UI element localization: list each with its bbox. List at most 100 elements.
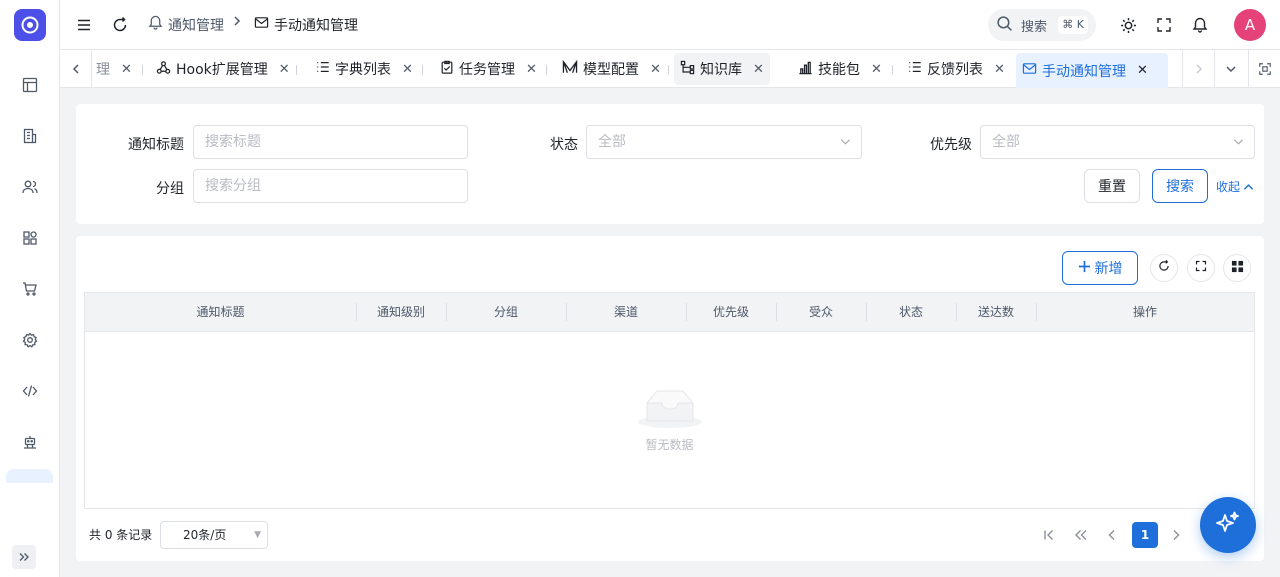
- apps-icon[interactable]: [18, 226, 42, 250]
- settings-icon[interactable]: [18, 328, 42, 352]
- user-avatar[interactable]: A: [1234, 9, 1266, 41]
- search-shortcut: ⌘ K: [1058, 16, 1088, 34]
- tab-hook[interactable]: Hook扩展管理 ✕: [150, 53, 296, 85]
- column-header[interactable]: 渠道: [566, 293, 686, 331]
- menu-icon[interactable]: [72, 13, 96, 37]
- chevron-down-icon: [1233, 126, 1244, 158]
- fullscreen-icon: [1195, 260, 1207, 276]
- breadcrumb-current: 手动通知管理: [254, 15, 358, 36]
- robot-icon[interactable]: [18, 430, 42, 454]
- building-icon[interactable]: [18, 124, 42, 148]
- tab-label: 技能包: [818, 62, 860, 78]
- reset-button[interactable]: 重置: [1084, 169, 1140, 203]
- column-header[interactable]: 受众: [776, 293, 866, 331]
- fullscreen-icon[interactable]: [1152, 13, 1176, 37]
- refresh-icon[interactable]: [108, 13, 132, 37]
- first-page-icon[interactable]: [1039, 525, 1059, 545]
- tab-tasks[interactable]: 任务管理 ✕: [434, 53, 543, 85]
- add-button[interactable]: 新增: [1062, 251, 1138, 285]
- status-label: 状态: [550, 137, 578, 153]
- table-body: 暂无数据: [84, 331, 1255, 509]
- table-refresh-button[interactable]: [1150, 254, 1178, 282]
- collapse-toggle[interactable]: 收起: [1216, 178, 1254, 195]
- topbar: 通知管理 手动通知管理 搜索 ⌘ K A: [60, 0, 1280, 50]
- prev-page-icon[interactable]: [1102, 525, 1122, 545]
- tab-scroll-right-button[interactable]: [1182, 50, 1214, 88]
- column-header[interactable]: 分组: [446, 293, 566, 331]
- tab-maximize-button[interactable]: [1248, 50, 1280, 88]
- group-label: 分组: [156, 181, 184, 197]
- tab-more-button[interactable]: [1214, 50, 1246, 88]
- close-icon[interactable]: ✕: [279, 62, 290, 77]
- prev-five-pages-icon[interactable]: [1071, 525, 1091, 545]
- tab-bar: 理 ✕ Hook扩展管理 ✕ 字典列表 ✕ 任务管理 ✕ 模型配置 ✕ 知识库 …: [60, 50, 1280, 88]
- page-size-select[interactable]: 20条/页 ▼: [160, 521, 268, 549]
- mail-icon: [254, 15, 269, 36]
- tab-dictionary[interactable]: 字典列表 ✕: [310, 53, 419, 85]
- cart-icon[interactable]: [18, 277, 42, 301]
- status-select[interactable]: 全部: [586, 125, 862, 159]
- tab-divider: [546, 65, 547, 75]
- tab-divider: [142, 65, 143, 75]
- tab-knowledge-base[interactable]: 知识库 ✕: [674, 53, 770, 85]
- close-icon[interactable]: ✕: [526, 62, 537, 77]
- close-icon[interactable]: ✕: [753, 62, 764, 77]
- table-fullscreen-button[interactable]: [1187, 254, 1215, 282]
- page-number-current[interactable]: 1: [1132, 522, 1158, 548]
- tab-label: 任务管理: [459, 62, 515, 78]
- column-header[interactable]: 状态: [866, 293, 956, 331]
- breadcrumb-parent[interactable]: 通知管理: [148, 15, 224, 36]
- add-label: 新增: [1094, 261, 1123, 277]
- column-header[interactable]: 通知级别: [356, 293, 446, 331]
- close-icon[interactable]: ✕: [994, 62, 1005, 77]
- grid-icon: [1231, 260, 1244, 277]
- close-icon[interactable]: ✕: [121, 62, 132, 77]
- close-icon[interactable]: ✕: [402, 62, 413, 77]
- tab-label: 知识库: [700, 62, 742, 78]
- tab-scroll-left-button[interactable]: [60, 50, 92, 88]
- chevron-up-icon: [1243, 180, 1254, 194]
- caret-down-icon: ▼: [254, 530, 261, 540]
- theme-toggle-icon[interactable]: [1116, 13, 1140, 37]
- notification-icon[interactable]: [1188, 13, 1212, 37]
- column-header[interactable]: 优先级: [686, 293, 776, 331]
- table-panel: 新增 通知标题 通知级别 分组 渠道 优先级 受众 状态 送达数 操作 暂无数据…: [76, 236, 1264, 561]
- dashboard-icon[interactable]: [18, 73, 42, 97]
- search-button[interactable]: 搜索: [1152, 169, 1208, 203]
- tab-manual-notification[interactable]: 手动通知管理 ✕: [1016, 53, 1168, 88]
- tab-partial[interactable]: 理 ✕: [90, 53, 138, 85]
- users-icon[interactable]: [18, 175, 42, 199]
- tab-feedback[interactable]: 反馈列表 ✕: [902, 53, 1011, 85]
- tab-divider: [422, 65, 423, 75]
- empty-box-icon: [637, 387, 703, 433]
- column-settings-button[interactable]: [1223, 254, 1251, 282]
- title-label: 通知标题: [128, 137, 184, 153]
- next-page-icon[interactable]: [1166, 525, 1186, 545]
- empty-text: 暂无数据: [645, 438, 694, 452]
- tab-divider: [892, 65, 893, 75]
- knowledge-icon: [680, 60, 695, 79]
- chevron-down-icon: [840, 126, 851, 158]
- close-icon[interactable]: ✕: [871, 62, 882, 77]
- title-input[interactable]: 搜索标题: [193, 125, 468, 159]
- code-icon[interactable]: [18, 379, 42, 403]
- priority-select-value: 全部: [992, 134, 1020, 150]
- group-input[interactable]: 搜索分组: [193, 169, 468, 203]
- sidebar: [0, 0, 60, 577]
- app-logo[interactable]: [14, 9, 46, 41]
- priority-label: 优先级: [930, 137, 972, 153]
- ai-assistant-button[interactable]: [1200, 497, 1256, 553]
- priority-select[interactable]: 全部: [980, 125, 1255, 159]
- sidebar-expand-button[interactable]: [12, 545, 36, 569]
- tab-skill-pack[interactable]: 技能包 ✕: [792, 53, 888, 85]
- column-header[interactable]: 送达数: [956, 293, 1036, 331]
- collapse-label: 收起: [1216, 180, 1241, 194]
- global-search[interactable]: 搜索 ⌘ K: [988, 9, 1096, 41]
- close-icon[interactable]: ✕: [1137, 63, 1148, 78]
- tab-label: 字典列表: [335, 62, 391, 78]
- column-header[interactable]: 操作: [1036, 293, 1254, 331]
- column-header[interactable]: 通知标题: [85, 293, 356, 331]
- tab-divider: [296, 65, 297, 75]
- close-icon[interactable]: ✕: [650, 62, 661, 77]
- tab-model-config[interactable]: 模型配置 ✕: [556, 53, 667, 85]
